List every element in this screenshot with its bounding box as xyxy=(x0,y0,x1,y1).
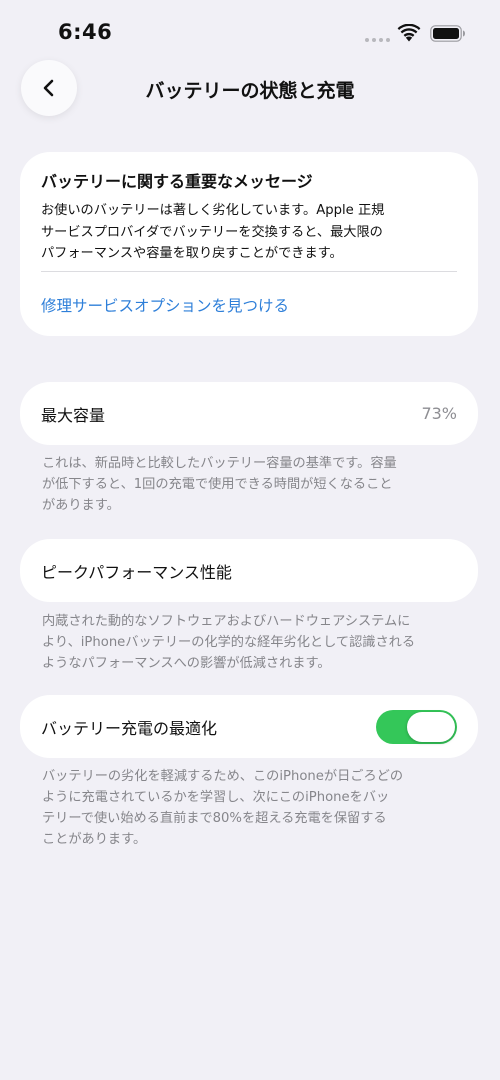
back-button[interactable] xyxy=(21,60,77,116)
message-body-line: お使いのバッテリーは著しく劣化しています。Apple 正規 xyxy=(41,203,385,218)
battery-icon xyxy=(430,25,465,42)
peak-performance-row: ピークパフォーマンス性能 xyxy=(20,539,478,602)
find-repair-options-link[interactable]: 修理サービスオプションを見つける xyxy=(41,294,289,316)
status-time: 6:46 xyxy=(58,20,113,44)
message-body: お使いのバッテリーは著しく劣化しています。Apple 正規 サービスプロバイダで… xyxy=(41,200,461,265)
footnote-line: バッテリーの劣化を軽減するため、このiPhoneが日ごろどの xyxy=(42,769,404,784)
max-capacity-footnote: これは、新品時と比較したバッテリー容量の基準です。容量 が低下すると、1回の充電… xyxy=(42,453,472,516)
footnote-line: ようなパフォーマンスへの影響が低減されます。 xyxy=(42,656,331,671)
footnote-line: ように充電されているかを学習し、次にこのiPhoneをバッ xyxy=(42,790,390,805)
optimized-charging-label: バッテリー充電の最適化 xyxy=(41,718,218,738)
battery-message-card: バッテリーに関する重要なメッセージ お使いのバッテリーは著しく劣化しています。A… xyxy=(20,152,478,336)
page-title: バッテリーの状態と充電 xyxy=(145,80,355,102)
divider xyxy=(41,271,457,272)
footnote-line: があります。 xyxy=(42,498,120,513)
chevron-left-icon xyxy=(43,79,54,97)
signal-dots-icon xyxy=(365,38,390,42)
footnote-line: より、iPhoneバッテリーの化学的な経年劣化として認識される xyxy=(42,635,416,650)
footnote-line: これは、新品時と比較したバッテリー容量の基準です。容量 xyxy=(42,456,397,471)
message-title: バッテリーに関する重要なメッセージ xyxy=(41,172,313,191)
optimized-charging-toggle[interactable] xyxy=(376,709,457,744)
max-capacity-row: 最大容量 73% xyxy=(20,382,478,445)
footnote-line: テリーで使い始める直前まで80%を超える充電を保留する xyxy=(42,811,387,826)
status-bar: 6:46 xyxy=(0,0,500,64)
toggle-knob xyxy=(407,711,455,742)
optimized-charging-row: バッテリー充電の最適化 xyxy=(20,695,478,758)
message-body-line: サービスプロバイダでバッテリーを交換すると、最大限の xyxy=(41,224,383,240)
footnote-line: ことがあります。 xyxy=(42,832,147,847)
max-capacity-label: 最大容量 xyxy=(41,405,106,425)
optimized-charging-footnote: バッテリーの劣化を軽減するため、このiPhoneが日ごろどの ように充電されてい… xyxy=(42,766,472,850)
peak-performance-footnote: 内蔵された動的なソフトウェアおよびハードウェアシステムに より、iPhoneバッ… xyxy=(42,611,472,674)
footnote-line: が低下すると、1回の充電で使用できる時間が短くなること xyxy=(42,477,393,492)
message-body-line: パフォーマンスや容量を取り戻すことができます。 xyxy=(41,246,343,261)
peak-performance-label: ピークパフォーマンス性能 xyxy=(41,562,232,582)
wifi-icon xyxy=(397,24,421,42)
max-capacity-value: 73% xyxy=(421,404,457,423)
footnote-line: 内蔵された動的なソフトウェアおよびハードウェアシステムに xyxy=(42,614,411,629)
